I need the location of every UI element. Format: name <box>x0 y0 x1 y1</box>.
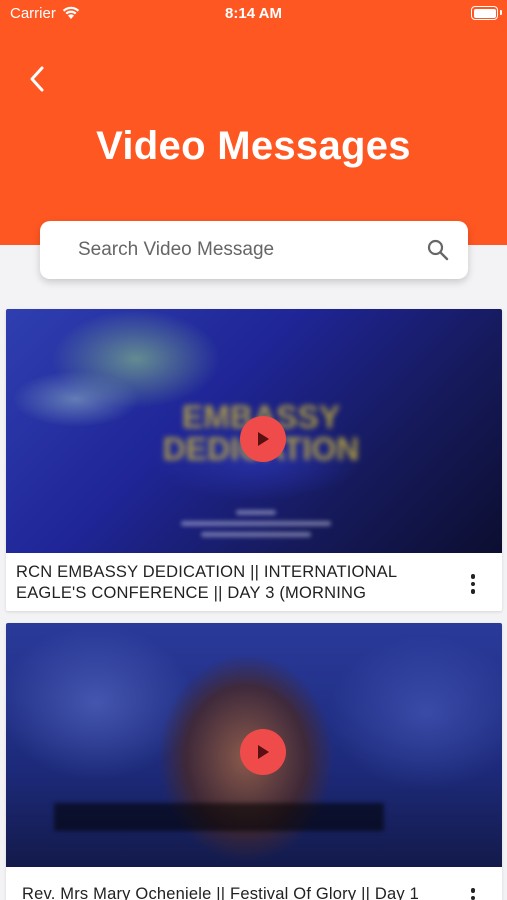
play-icon <box>258 432 269 446</box>
video-card[interactable]: EMBASSY DEDICATION RCN EMBASSY DEDICATIO… <box>6 309 502 611</box>
header: Carrier 8:14 AM Video Messages <box>0 0 507 245</box>
video-title: Rev. Mrs Mary Ocheniele || Festival Of G… <box>22 885 419 900</box>
more-vert-icon <box>470 888 476 900</box>
more-vert-icon <box>470 574 476 594</box>
play-icon <box>258 745 269 759</box>
play-button[interactable] <box>240 729 286 775</box>
video-thumbnail[interactable] <box>6 623 502 867</box>
search-icon[interactable] <box>426 238 450 262</box>
more-options-button[interactable] <box>462 885 484 900</box>
video-card[interactable]: Rev. Mrs Mary Ocheniele || Festival Of G… <box>6 623 502 900</box>
battery-icon <box>471 6 502 20</box>
search-bar <box>40 221 468 279</box>
more-options-button[interactable] <box>462 571 484 597</box>
video-thumbnail[interactable]: EMBASSY DEDICATION <box>6 309 502 553</box>
page-title: Video Messages <box>96 124 411 168</box>
thumbnail-caption-bar <box>54 803 384 831</box>
status-bar: Carrier 8:14 AM <box>0 0 507 28</box>
back-arrow-icon <box>30 66 44 92</box>
video-title: RCN EMBASSY DEDICATION || INTERNATIONAL … <box>16 563 397 602</box>
status-time: 8:14 AM <box>225 5 282 22</box>
play-button[interactable] <box>240 416 286 462</box>
search-input[interactable] <box>78 221 408 279</box>
thumbnail-decoration <box>171 504 341 537</box>
back-button[interactable] <box>22 62 52 96</box>
